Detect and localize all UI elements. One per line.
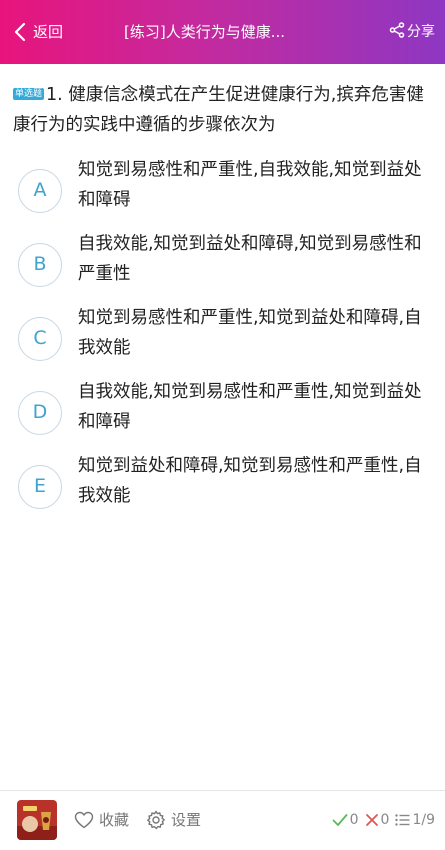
wrong-count: 0 [365, 812, 390, 828]
favorite-label: 收藏 [99, 811, 130, 829]
option-letter: B [18, 243, 62, 287]
avatar[interactable] [17, 800, 57, 840]
question-number: 1. [46, 85, 63, 105]
cross-icon [365, 813, 381, 827]
option-letter: C [18, 317, 62, 361]
list-icon [395, 813, 412, 827]
back-label: 返回 [33, 23, 64, 41]
option-text: 知觉到易感性和严重性,知觉到益处和障碍,自我效能 [78, 308, 422, 358]
back-button[interactable]: 返回 [14, 20, 63, 44]
option-text: 知觉到益处和障碍,知觉到易感性和严重性,自我效能 [78, 456, 422, 506]
wrong-count-value: 0 [380, 812, 390, 828]
question-progress[interactable]: 1/9 [395, 812, 435, 828]
progress-value: 1/9 [412, 812, 435, 828]
answer-stats: 0 0 1/9 [326, 808, 435, 832]
heart-icon [74, 811, 94, 829]
answer-options: A 知觉到易感性和严重性,自我效能,知觉到益处和障碍 B 自我效能,知觉到益处和… [0, 150, 445, 520]
top-bar: 返回 [练习]人类行为与健康... 分享 [0, 0, 445, 64]
chevron-left-icon [14, 22, 26, 42]
correct-count: 0 [332, 812, 359, 828]
gear-icon [146, 810, 166, 830]
share-icon [389, 22, 405, 42]
settings-label: 设置 [171, 811, 202, 829]
option-a[interactable]: A 知觉到易感性和严重性,自我效能,知觉到益处和障碍 [0, 150, 445, 224]
question-text: 健康信念模式在产生促进健康行为,摈弃危害健康行为的实践中遵循的步骤依次为 [13, 85, 424, 135]
question-type-badge: 单选题 [13, 88, 45, 100]
option-d[interactable]: D 自我效能,知觉到易感性和严重性,知觉到益处和障碍 [0, 372, 445, 446]
question-stem: 单选题 1. 健康信念模式在产生促进健康行为,摈弃危害健康行为的实践中遵循的步骤依… [13, 80, 433, 140]
option-letter: A [18, 169, 62, 213]
settings-button[interactable]: 设置 [146, 808, 201, 832]
check-icon [332, 813, 350, 827]
bottom-bar: 收藏 设置 0 0 1/9 [0, 791, 445, 850]
option-text: 知觉到易感性和严重性,自我效能,知觉到益处和障碍 [78, 160, 422, 210]
share-label: 分享 [407, 24, 435, 40]
option-c[interactable]: C 知觉到易感性和严重性,知觉到益处和障碍,自我效能 [0, 298, 445, 372]
page-title: [练习]人类行为与健康... [124, 23, 286, 41]
option-text: 自我效能,知觉到易感性和严重性,知觉到益处和障碍 [78, 382, 422, 432]
favorite-button[interactable]: 收藏 [74, 808, 129, 832]
correct-count-value: 0 [349, 812, 359, 828]
share-button[interactable]: 分享 [389, 20, 435, 44]
option-b[interactable]: B 自我效能,知觉到益处和障碍,知觉到易感性和严重性 [0, 224, 445, 298]
option-e[interactable]: E 知觉到益处和障碍,知觉到易感性和严重性,自我效能 [0, 446, 445, 520]
option-letter: D [18, 391, 62, 435]
option-text: 自我效能,知觉到益处和障碍,知觉到易感性和严重性 [78, 234, 422, 284]
option-letter: E [18, 465, 62, 509]
